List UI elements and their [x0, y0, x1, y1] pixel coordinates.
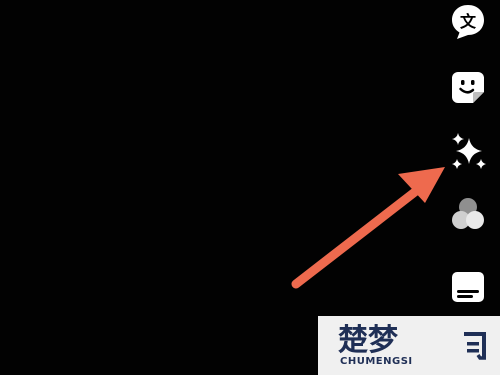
watermark-latin-text: CHUMENGSI: [340, 356, 413, 367]
watermark: 楚梦 CHUMENGSI: [318, 316, 500, 375]
text-tool-glyph: 文: [460, 12, 477, 31]
watermark-logo-text: 楚梦: [338, 323, 398, 355]
captions-tool-button[interactable]: [446, 265, 490, 309]
sticker-tool-button[interactable]: [446, 65, 490, 109]
right-toolbar: 文: [446, 0, 490, 310]
filters-tool-button[interactable]: [446, 192, 490, 236]
sparkles-icon: [452, 133, 486, 169]
captions-icon: [452, 272, 484, 302]
filters-icon: [452, 198, 484, 229]
text-tool-button[interactable]: 文: [446, 0, 490, 44]
text-translate-icon: 文: [452, 5, 484, 39]
effects-tool-button[interactable]: [446, 130, 490, 174]
watermark-mark-icon: [464, 332, 486, 360]
watermark-logo: 楚梦: [338, 323, 398, 355]
sticker-icon: [452, 72, 484, 103]
